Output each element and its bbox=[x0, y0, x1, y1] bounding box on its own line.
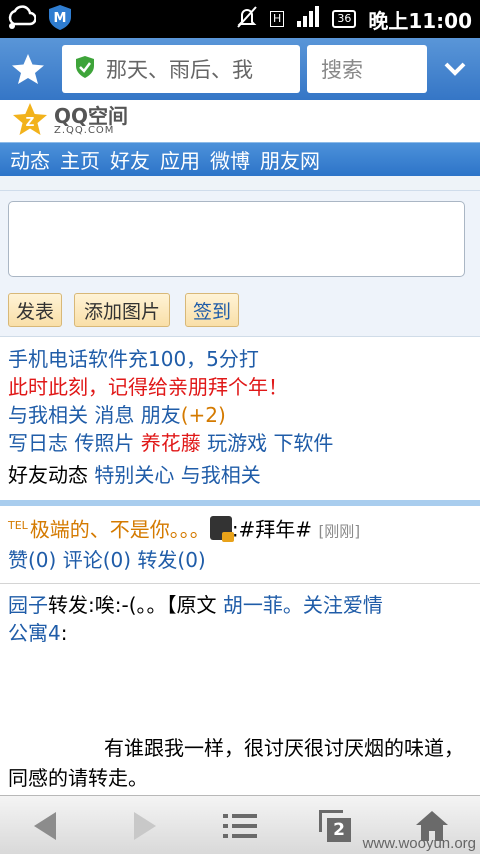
qzone-star-logo-icon[interactable]: Z bbox=[12, 102, 48, 140]
qzone-header: Z QQ空间 Z.QQ.COM bbox=[0, 100, 480, 142]
back-button[interactable] bbox=[5, 796, 85, 854]
link-photos[interactable]: 传照片 bbox=[74, 431, 134, 455]
original-author-link-continued[interactable]: 公寓4 bbox=[8, 621, 61, 645]
logo-subtitle: Z.QQ.COM bbox=[54, 125, 115, 136]
colon: : bbox=[60, 621, 68, 645]
star-icon bbox=[12, 54, 44, 84]
tabs-icon: 2 bbox=[319, 809, 353, 842]
search-input[interactable]: 搜索 bbox=[307, 45, 427, 93]
link-messages[interactable]: 消息 bbox=[94, 403, 134, 427]
feed-time: [刚刚] bbox=[318, 522, 361, 541]
cloud-notification-icon bbox=[6, 4, 37, 34]
security-shield-icon bbox=[74, 55, 96, 83]
promo-link-recharge[interactable]: 手机电话软件充100，5分打 bbox=[8, 347, 259, 371]
nav-apps[interactable]: 应用 bbox=[160, 145, 200, 174]
add-image-button[interactable]: 添加图片 bbox=[74, 293, 170, 327]
feed-item: TEL 极端的、不是你。。。 :#拜年# [刚刚] 赞(0) 评论(0) 转发(0) bbox=[0, 506, 480, 584]
status-textarea[interactable] bbox=[8, 201, 465, 277]
link-games[interactable]: 玩游戏 bbox=[207, 431, 267, 455]
arrow-right-icon bbox=[134, 811, 156, 840]
nav-friends[interactable]: 好友 bbox=[110, 145, 150, 174]
m-app-icon: M bbox=[46, 3, 74, 35]
logo-title: QQ空间 bbox=[54, 104, 129, 128]
tel-badge: TEL bbox=[8, 519, 28, 532]
feed-content: :#拜年# bbox=[231, 517, 313, 542]
battery-icon: 36 bbox=[332, 10, 357, 28]
mute-icon bbox=[236, 5, 258, 34]
menu-dropdown-button[interactable] bbox=[430, 38, 480, 100]
link-software[interactable]: 下软件 bbox=[273, 431, 333, 455]
feed-tab-label: 好友动态 bbox=[8, 463, 88, 487]
promo-link-newyear[interactable]: 此时此刻，记得给亲朋拜个年！ bbox=[8, 375, 288, 399]
svg-text:Z: Z bbox=[26, 115, 35, 129]
nav-weibo[interactable]: 微博 bbox=[210, 145, 250, 174]
feed-tab-special[interactable]: 特别关心 bbox=[94, 463, 174, 487]
checkin-button[interactable]: 签到 bbox=[185, 293, 239, 327]
link-diary[interactable]: 写日志 bbox=[8, 431, 68, 455]
main-nav: 动态 主页 好友 应用 微博 朋友网 bbox=[0, 142, 480, 176]
chevron-down-icon bbox=[444, 62, 466, 76]
arrow-left-icon bbox=[34, 811, 56, 840]
feed-user-link[interactable]: 极端的、不是你。。。 bbox=[30, 518, 210, 542]
feed-tab-related[interactable]: 与我相关 bbox=[181, 463, 261, 487]
status-bar: M H 36 晚上11:00 bbox=[0, 0, 480, 38]
link-friends[interactable]: 朋友(+2) bbox=[141, 403, 226, 427]
network-type-badge: H bbox=[270, 11, 285, 27]
url-text: 那天、雨后、我 bbox=[106, 58, 253, 82]
svg-text:M: M bbox=[54, 11, 67, 26]
feed-action: 转发:唉:-(。。【原文 bbox=[48, 593, 217, 617]
spacer bbox=[0, 176, 480, 190]
nav-dynamics[interactable]: 动态 bbox=[10, 145, 50, 174]
forward-link[interactable]: 转发(0) bbox=[137, 548, 205, 572]
feed-user-link[interactable]: 园子 bbox=[8, 593, 48, 617]
vip-avatar-icon bbox=[209, 515, 234, 542]
post-body-text: 有谁跟我一样，很讨厌很讨厌烟的味道，同感的请转走。 bbox=[8, 736, 464, 790]
link-related[interactable]: 与我相关 bbox=[8, 403, 88, 427]
like-link[interactable]: 赞(0) bbox=[8, 548, 56, 572]
signal-icon bbox=[296, 5, 320, 33]
composer: 发表 添加图片 签到 bbox=[0, 190, 480, 336]
menu-button[interactable] bbox=[200, 796, 280, 854]
link-garden[interactable]: 养花藤 bbox=[141, 431, 201, 455]
comment-link[interactable]: 评论(0) bbox=[63, 548, 131, 572]
watermark: www.wooyun.org bbox=[362, 835, 476, 852]
link-friends-label: 朋友 bbox=[140, 403, 181, 427]
forward-button[interactable] bbox=[105, 796, 185, 854]
clock: 晚上11:00 bbox=[368, 8, 472, 33]
url-bar[interactable]: 那天、雨后、我 bbox=[62, 45, 300, 93]
feed-item: 园子转发:唉:-(。。【原文 胡一菲。关注爱情 公寓4: 有谁跟我一样，很讨厌很… bbox=[0, 585, 480, 795]
list-icon bbox=[223, 813, 257, 838]
nav-pengyou[interactable]: 朋友网 bbox=[260, 145, 320, 174]
quick-links: 手机电话软件充100，5分打 此时此刻，记得给亲朋拜个年！ 与我相关 消息 朋友… bbox=[0, 336, 480, 500]
bookmark-button[interactable] bbox=[0, 38, 56, 100]
browser-toolbar: 那天、雨后、我 搜索 bbox=[0, 38, 480, 100]
tabs-count: 2 bbox=[327, 817, 351, 842]
friends-count-badge: (+2) bbox=[180, 403, 226, 427]
post-button[interactable]: 发表 bbox=[8, 293, 62, 327]
original-author-link[interactable]: 胡一菲。关注爱情 bbox=[223, 593, 383, 617]
nav-home[interactable]: 主页 bbox=[60, 145, 100, 174]
